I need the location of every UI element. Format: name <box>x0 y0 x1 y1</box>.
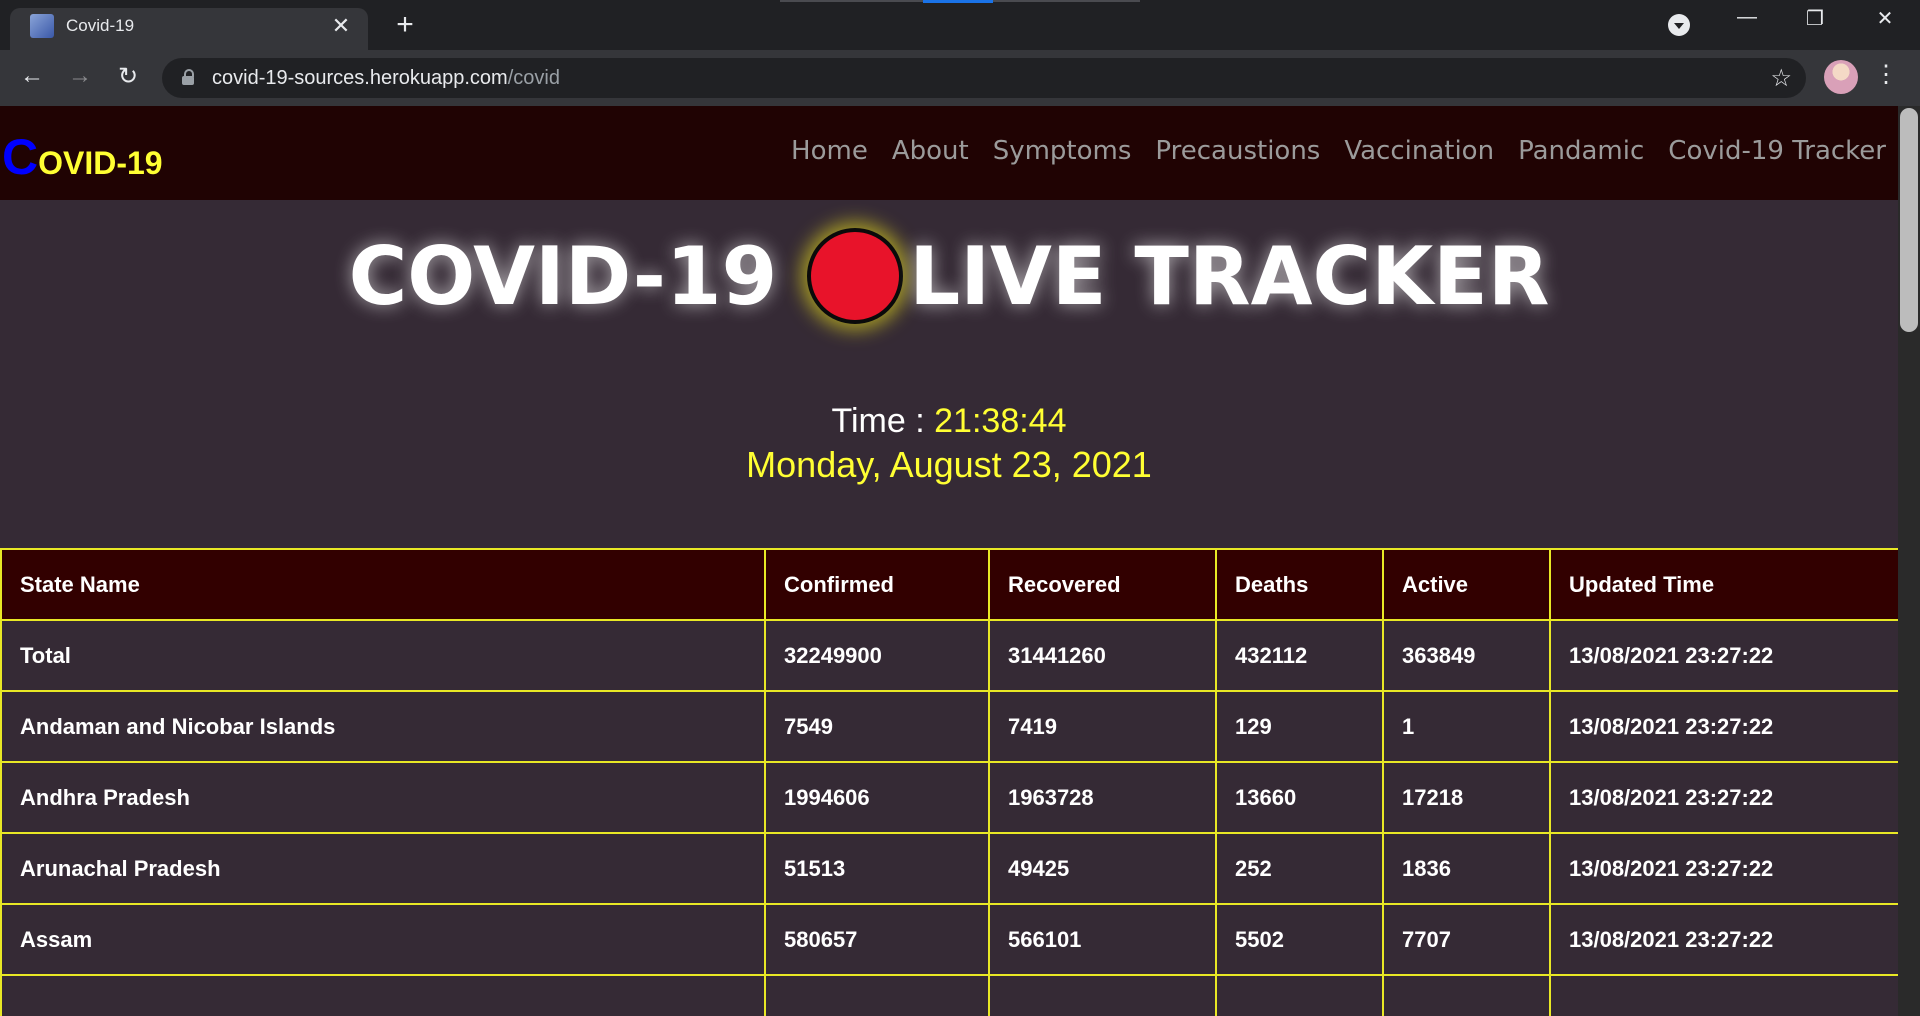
nav-link-pandemic[interactable]: Pandamic <box>1518 136 1644 166</box>
logo-text: OVID-19 <box>38 145 163 181</box>
column-header: Confirmed <box>764 548 990 621</box>
table-cell: 7419 <box>988 690 1217 763</box>
table-row: Assam 580657 566101 5502 7707 13/08/2021… <box>0 903 1898 976</box>
site-navbar: COVID-19 Home About Symptoms Precaustion… <box>0 106 1898 200</box>
nav-link-about[interactable]: About <box>892 136 969 166</box>
browser-menu-icon[interactable]: ⋮ <box>1874 60 1898 89</box>
reload-icon[interactable]: ↻ <box>112 62 144 91</box>
table-cell: 1994606 <box>764 761 990 834</box>
nav-link-precautions[interactable]: Precaustions <box>1155 136 1320 166</box>
table-cell: 13660 <box>1215 761 1384 834</box>
tab-favicon-icon <box>30 14 54 38</box>
title-right: LIVE TRACKER <box>909 229 1550 323</box>
tab-close-icon[interactable]: ✕ <box>328 13 354 39</box>
table-row: Total 32249900 31441260 432112 363849 13… <box>0 619 1898 692</box>
column-header: Active <box>1382 548 1551 621</box>
tab-title: Covid-19 <box>66 16 135 35</box>
new-tab-button[interactable]: + <box>388 8 422 42</box>
title-left: COVID-19 <box>348 229 778 323</box>
table-row <box>0 974 1898 1016</box>
browser-toolbar: ← → ↻ covid-19-sources.herokuapp.com/cov… <box>0 50 1920 106</box>
tab-search-icon[interactable] <box>1668 14 1690 36</box>
table-cell: Andhra Pradesh <box>0 761 766 834</box>
table-cell: 13/08/2021 23:27:22 <box>1549 690 1898 763</box>
states-table: State Name Confirmed Recovered Deaths Ac… <box>0 548 1898 1016</box>
url-text[interactable]: covid-19-sources.herokuapp.com/covid <box>212 67 560 90</box>
table-cell: 31441260 <box>988 619 1217 692</box>
table-cell: 363849 <box>1382 619 1551 692</box>
browser-tab-strip: Covid-19 ✕ + — ❐ ✕ <box>0 0 1920 50</box>
table-cell: Total <box>0 619 766 692</box>
table-cell: 51513 <box>764 832 990 905</box>
table-cell: 13/08/2021 23:27:22 <box>1549 832 1898 905</box>
nav-link-symptoms[interactable]: Symptoms <box>993 136 1132 166</box>
nav-link-tracker[interactable]: Covid-19 Tracker <box>1668 136 1886 166</box>
table-cell: Arunachal Pradesh <box>0 832 766 905</box>
table-cell: 580657 <box>764 903 990 976</box>
table-cell: 432112 <box>1215 619 1384 692</box>
table-cell <box>764 974 990 1016</box>
table-cell: 13/08/2021 23:27:22 <box>1549 761 1898 834</box>
address-bar[interactable]: covid-19-sources.herokuapp.com/covid ☆ <box>162 58 1806 98</box>
time-value: 21:38:44 <box>934 402 1067 440</box>
window-close-icon[interactable]: ✕ <box>1865 6 1905 31</box>
column-header: Updated Time <box>1549 548 1898 621</box>
column-header: State Name <box>0 548 766 621</box>
table-cell: 13/08/2021 23:27:22 <box>1549 619 1898 692</box>
table-cell: 17218 <box>1382 761 1551 834</box>
nav-links: Home About Symptoms Precaustions Vaccina… <box>791 136 1886 166</box>
live-indicator-icon <box>807 228 904 325</box>
forward-arrow-icon[interactable]: → <box>64 62 96 90</box>
table-cell: 129 <box>1215 690 1384 763</box>
bookmark-star-icon[interactable]: ☆ <box>1770 64 1792 93</box>
browser-tab[interactable]: Covid-19 ✕ <box>10 8 368 50</box>
table-cell: 7707 <box>1382 903 1551 976</box>
profile-avatar[interactable] <box>1824 60 1858 94</box>
url-path: /covid <box>507 67 560 89</box>
table-cell: 252 <box>1215 832 1384 905</box>
table-cell <box>0 974 766 1016</box>
table-cell <box>1382 974 1551 1016</box>
table-cell: 566101 <box>988 903 1217 976</box>
url-host: covid-19-sources.herokuapp.com <box>212 67 508 89</box>
table-cell <box>1549 974 1898 1016</box>
logo-letter: C <box>2 129 39 185</box>
table-row: Andhra Pradesh 1994606 1963728 13660 172… <box>0 761 1898 834</box>
table-cell: 32249900 <box>764 619 990 692</box>
page-title: COVID-19 LIVE TRACKER <box>0 224 1898 325</box>
nav-link-home[interactable]: Home <box>791 136 868 166</box>
table-cell: 7549 <box>764 690 990 763</box>
nav-link-vaccination[interactable]: Vaccination <box>1344 136 1494 166</box>
table-row: Andaman and Nicobar Islands 7549 7419 12… <box>0 690 1898 763</box>
table-cell: 13/08/2021 23:27:22 <box>1549 903 1898 976</box>
minimize-icon[interactable]: — <box>1727 6 1767 29</box>
lock-icon[interactable] <box>182 69 194 85</box>
table-cell <box>988 974 1217 1016</box>
date-display: Monday, August 23, 2021 <box>746 444 1152 485</box>
table-cell: 1963728 <box>988 761 1217 834</box>
table-cell: Andaman and Nicobar Islands <box>0 690 766 763</box>
site-logo[interactable]: COVID-19 <box>2 128 163 186</box>
table-cell: 1836 <box>1382 832 1551 905</box>
time-label: Time : <box>831 402 935 440</box>
column-header: Recovered <box>988 548 1217 621</box>
table-cell: 5502 <box>1215 903 1384 976</box>
table-cell <box>1215 974 1384 1016</box>
window-drag-indicator-active <box>923 0 993 3</box>
clock: Time : 21:38:44 <box>0 402 1898 441</box>
table-row: Arunachal Pradesh 51513 49425 252 1836 1… <box>0 832 1898 905</box>
restore-icon[interactable]: ❐ <box>1795 6 1835 31</box>
back-arrow-icon[interactable]: ← <box>16 62 48 90</box>
table-cell: Assam <box>0 903 766 976</box>
table-cell: 49425 <box>988 832 1217 905</box>
page-scrollbar-thumb[interactable] <box>1900 108 1918 332</box>
table-header-row: State Name Confirmed Recovered Deaths Ac… <box>0 548 1898 621</box>
page-content: COVID-19 Home About Symptoms Precaustion… <box>0 106 1898 1016</box>
table-cell: 1 <box>1382 690 1551 763</box>
column-header: Deaths <box>1215 548 1384 621</box>
